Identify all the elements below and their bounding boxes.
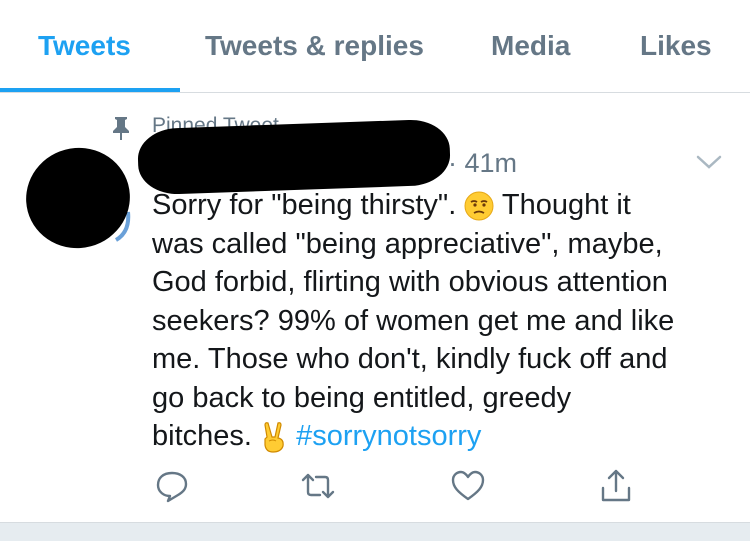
redacted-username	[136, 118, 452, 196]
tab-tweets-and-replies[interactable]: Tweets & replies	[205, 30, 424, 62]
pin-icon	[113, 117, 129, 140]
tweet-line-5: me. Those who don't, kindly fuck off and	[152, 343, 668, 375]
active-tab-indicator	[0, 88, 180, 92]
tweet-actions	[0, 468, 750, 508]
retweet-icon[interactable]	[300, 468, 336, 504]
chevron-down-icon[interactable]	[694, 150, 724, 172]
tweet-body: Sorry for "being thirsty". Thought it wa…	[152, 186, 732, 456]
tweet-line-4: seekers? 99% of women get me and like	[152, 304, 675, 337]
tab-media[interactable]: Media	[491, 30, 570, 62]
unamused-face-icon	[464, 191, 494, 221]
tweet-timestamp: · 41m	[448, 148, 518, 178]
hashtag-link[interactable]: #sorrynotsorry	[296, 420, 481, 452]
share-icon[interactable]	[598, 468, 634, 504]
tweet-text-part: Thought it	[501, 189, 631, 221]
feed-separator	[0, 522, 750, 541]
tweet-text-part: bitches.	[152, 420, 252, 452]
reply-icon[interactable]	[154, 468, 190, 504]
victory-hand-icon	[264, 422, 284, 453]
tweet-line-2: was called "being appreciative", maybe,	[152, 227, 663, 260]
tab-tweets[interactable]: Tweets	[38, 30, 131, 62]
tweet-line-3: God forbid, flirting with obvious attent…	[152, 266, 668, 298]
tweet-line-6: go back to being entitled, greedy	[152, 381, 572, 414]
avatar[interactable]	[20, 142, 136, 254]
tweet-line-1: Sorry for "being thirsty". Thought it	[152, 186, 732, 225]
like-icon[interactable]	[450, 468, 486, 504]
tweet-line-7: bitches. #sorrynotsorry	[152, 417, 732, 456]
tab-likes[interactable]: Likes	[640, 30, 712, 62]
profile-tabs: Tweets Tweets & replies Media Likes	[0, 0, 750, 93]
tweet-text-part: Sorry for "being thirsty".	[152, 189, 457, 221]
